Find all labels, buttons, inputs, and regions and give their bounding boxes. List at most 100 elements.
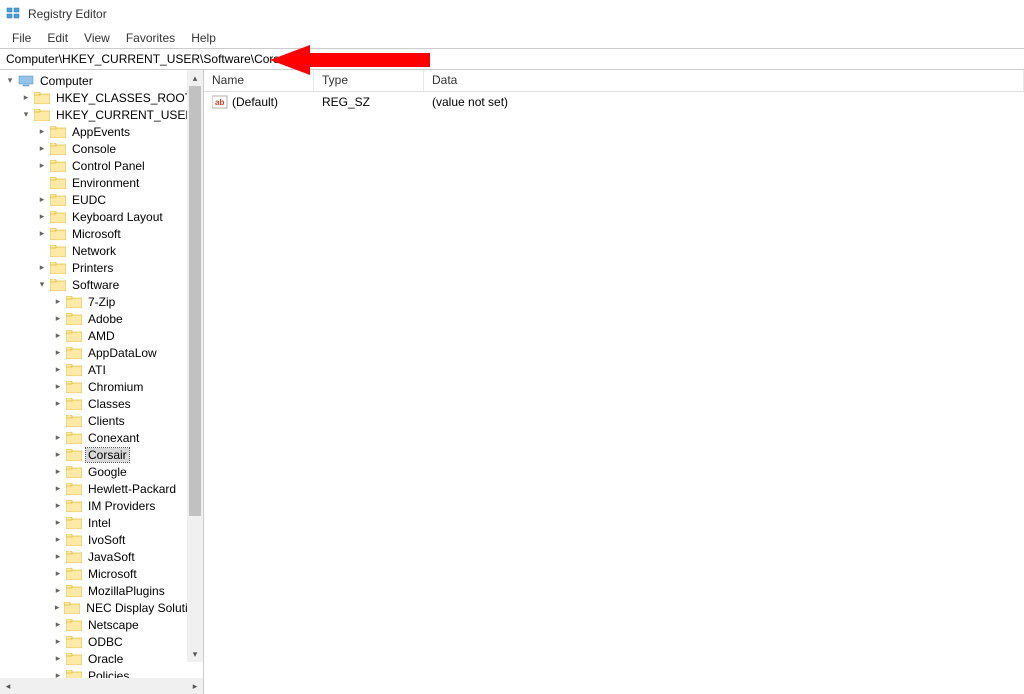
- chevron-right-icon[interactable]: ▸: [52, 534, 64, 546]
- list-body: ab (Default) REG_SZ (value not set): [204, 92, 1024, 694]
- tree-label: IvoSoft: [86, 533, 127, 547]
- menu-favorites[interactable]: Favorites: [118, 29, 183, 47]
- chevron-right-icon[interactable]: ▸: [52, 381, 64, 393]
- chevron-right-icon[interactable]: ▸: [36, 160, 48, 172]
- tree-node-adobe[interactable]: ▸ Adobe: [0, 310, 203, 327]
- scroll-right-icon[interactable]: ▸: [187, 678, 203, 694]
- tree-node-software[interactable]: ▾ Software: [0, 276, 203, 293]
- tree-node-controlpanel[interactable]: ▸ Control Panel: [0, 157, 203, 174]
- tree-node-microsoft-top[interactable]: ▸ Microsoft: [0, 225, 203, 242]
- chevron-right-icon[interactable]: ▸: [52, 330, 64, 342]
- tree-vertical-scrollbar[interactable]: ▴ ▾: [187, 70, 203, 662]
- tree-node-hkcu[interactable]: ▾ HKEY_CURRENT_USER: [0, 106, 203, 123]
- chevron-right-icon[interactable]: ▸: [52, 568, 64, 580]
- column-header-data[interactable]: Data: [424, 70, 1024, 91]
- tree-node-clients[interactable]: Clients: [0, 412, 203, 429]
- scroll-down-icon[interactable]: ▾: [187, 646, 203, 662]
- chevron-down-icon[interactable]: ▾: [4, 75, 16, 87]
- tree-node-chromium[interactable]: ▸ Chromium: [0, 378, 203, 395]
- tree-label: Console: [70, 142, 118, 156]
- chevron-right-icon[interactable]: ▸: [36, 211, 48, 223]
- tree-node-amd[interactable]: ▸ AMD: [0, 327, 203, 344]
- tree-node-javasoft[interactable]: ▸ JavaSoft: [0, 548, 203, 565]
- tree-node-hkcr[interactable]: ▸ HKEY_CLASSES_ROOT: [0, 89, 203, 106]
- folder-icon: [66, 414, 82, 428]
- chevron-right-icon[interactable]: ▸: [20, 92, 32, 104]
- tree-node-odbc[interactable]: ▸ ODBC: [0, 633, 203, 650]
- tree-pane: ▾ Computer ▸ HKEY_CLASSES_ROOT ▾ HKEY_CU…: [0, 70, 204, 694]
- chevron-right-icon[interactable]: ▸: [52, 636, 64, 648]
- chevron-right-icon[interactable]: ▸: [36, 126, 48, 138]
- chevron-right-icon[interactable]: ▸: [52, 364, 64, 376]
- chevron-right-icon[interactable]: ▸: [52, 670, 64, 679]
- chevron-right-icon[interactable]: ▸: [52, 313, 64, 325]
- chevron-right-icon[interactable]: ▸: [36, 262, 48, 274]
- chevron-right-icon[interactable]: ▸: [52, 517, 64, 529]
- tree-node-oracle[interactable]: ▸ Oracle: [0, 650, 203, 667]
- tree-node-appevents[interactable]: ▸ AppEvents: [0, 123, 203, 140]
- folder-icon: [66, 652, 82, 666]
- chevron-right-icon[interactable]: ▸: [52, 619, 64, 631]
- menu-view[interactable]: View: [76, 29, 118, 47]
- chevron-right-icon[interactable]: ▸: [52, 347, 64, 359]
- tree-node-ati[interactable]: ▸ ATI: [0, 361, 203, 378]
- tree-node-improviders[interactable]: ▸ IM Providers: [0, 497, 203, 514]
- cell-name: ab (Default): [204, 93, 314, 111]
- chevron-right-icon[interactable]: ▸: [52, 585, 64, 597]
- chevron-right-icon[interactable]: ▸: [52, 296, 64, 308]
- chevron-down-icon[interactable]: ▾: [20, 109, 32, 121]
- folder-icon: [66, 363, 82, 377]
- tree-node-network[interactable]: Network: [0, 242, 203, 259]
- tree-node-netscape[interactable]: ▸ Netscape: [0, 616, 203, 633]
- tree-node-microsoft[interactable]: ▸ Microsoft: [0, 565, 203, 582]
- list-header: Name Type Data: [204, 70, 1024, 92]
- tree-node-nec[interactable]: ▸ NEC Display Solution: [0, 599, 203, 616]
- tree-label: IM Providers: [86, 499, 157, 513]
- tree-node-appdatalow[interactable]: ▸ AppDataLow: [0, 344, 203, 361]
- menu-edit[interactable]: Edit: [39, 29, 76, 47]
- menu-file[interactable]: File: [4, 29, 39, 47]
- scroll-up-icon[interactable]: ▴: [187, 70, 203, 86]
- chevron-right-icon[interactable]: ▸: [52, 500, 64, 512]
- tree-node-conexant[interactable]: ▸ Conexant: [0, 429, 203, 446]
- tree-node-printers[interactable]: ▸ Printers: [0, 259, 203, 276]
- chevron-right-icon[interactable]: ▸: [36, 143, 48, 155]
- chevron-right-icon[interactable]: ▸: [52, 483, 64, 495]
- tree-node-classes[interactable]: ▸ Classes: [0, 395, 203, 412]
- tree-node-environment[interactable]: Environment: [0, 174, 203, 191]
- scroll-track[interactable]: [187, 86, 203, 646]
- chevron-right-icon[interactable]: ▸: [52, 449, 64, 461]
- tree-node-console[interactable]: ▸ Console: [0, 140, 203, 157]
- tree-node-google[interactable]: ▸ Google: [0, 463, 203, 480]
- titlebar: Registry Editor: [0, 0, 1024, 28]
- tree-horizontal-scrollbar[interactable]: ◂ ▸: [0, 678, 203, 694]
- tree-node-computer[interactable]: ▾ Computer: [0, 72, 203, 89]
- menu-help[interactable]: Help: [183, 29, 224, 47]
- chevron-right-icon[interactable]: ▸: [36, 228, 48, 240]
- tree-label: JavaSoft: [86, 550, 137, 564]
- tree-node-corsair[interactable]: ▸ Corsair: [0, 446, 203, 463]
- tree-node-intel[interactable]: ▸ Intel: [0, 514, 203, 531]
- tree-node-7zip[interactable]: ▸ 7-Zip: [0, 293, 203, 310]
- chevron-right-icon[interactable]: ▸: [36, 194, 48, 206]
- chevron-right-icon[interactable]: ▸: [52, 653, 64, 665]
- expander-empty: [36, 245, 48, 257]
- column-header-type[interactable]: Type: [314, 70, 424, 91]
- tree-node-policies[interactable]: ▸ Policies: [0, 667, 203, 678]
- chevron-right-icon[interactable]: ▸: [52, 551, 64, 563]
- tree-node-mozillaplugins[interactable]: ▸ MozillaPlugins: [0, 582, 203, 599]
- chevron-down-icon[interactable]: ▾: [36, 279, 48, 291]
- column-header-name[interactable]: Name: [204, 70, 314, 91]
- address-input[interactable]: [0, 50, 1024, 68]
- tree-node-hp[interactable]: ▸ Hewlett-Packard: [0, 480, 203, 497]
- tree-node-keyboard[interactable]: ▸ Keyboard Layout: [0, 208, 203, 225]
- chevron-right-icon[interactable]: ▸: [52, 466, 64, 478]
- chevron-right-icon[interactable]: ▸: [52, 398, 64, 410]
- chevron-right-icon[interactable]: ▸: [52, 602, 62, 614]
- scroll-left-icon[interactable]: ◂: [0, 678, 16, 694]
- scroll-thumb[interactable]: [189, 86, 201, 516]
- chevron-right-icon[interactable]: ▸: [52, 432, 64, 444]
- tree-node-ivosoft[interactable]: ▸ IvoSoft: [0, 531, 203, 548]
- list-row[interactable]: ab (Default) REG_SZ (value not set): [204, 92, 1024, 112]
- tree-node-eudc[interactable]: ▸ EUDC: [0, 191, 203, 208]
